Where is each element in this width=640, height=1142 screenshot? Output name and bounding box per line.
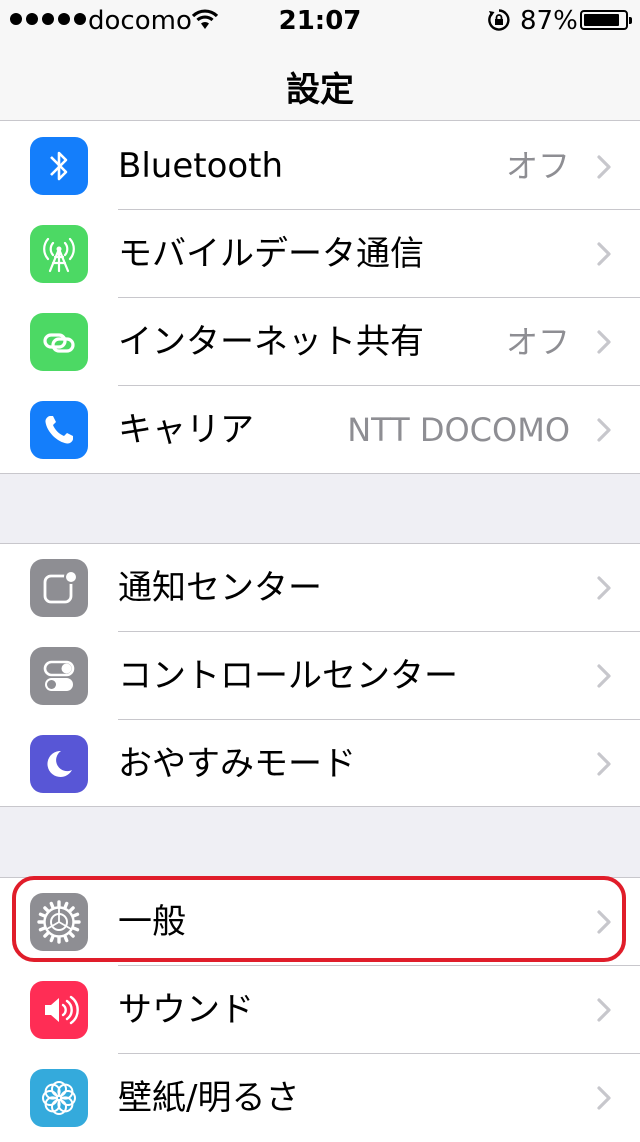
- settings-row-do-not-disturb[interactable]: おやすみモード: [0, 720, 640, 806]
- settings-row-hotspot[interactable]: インターネット共有 オフ: [0, 298, 640, 386]
- chevron-right-icon: [597, 418, 611, 442]
- chevron-right-icon: [597, 155, 611, 179]
- settings-row-label: Bluetooth: [118, 146, 284, 186]
- battery-icon: [580, 10, 632, 30]
- chevron-right-icon: [597, 576, 611, 600]
- settings-group-general: 一般 サウンド 壁紙/明るさ: [0, 877, 640, 1142]
- chevron-right-icon: [597, 242, 611, 266]
- cellular-antenna-icon: [30, 225, 88, 283]
- settings-row-control-center[interactable]: コントロールセンター: [0, 632, 640, 720]
- settings-group-connectivity: Bluetooth オフ モバイルデータ通信 インターネット共有 オフ キャリア…: [0, 120, 640, 474]
- settings-row-sounds[interactable]: サウンド: [0, 966, 640, 1054]
- navigation-bar: 設定: [0, 40, 640, 128]
- settings-row-notification-center[interactable]: 通知センター: [0, 544, 640, 632]
- flower-icon: [30, 1069, 88, 1127]
- chevron-right-icon: [597, 330, 611, 354]
- settings-row-label: コントロールセンター: [118, 656, 458, 696]
- speaker-icon: [30, 981, 88, 1039]
- battery-percentage: 87%: [520, 6, 578, 36]
- chevron-right-icon: [597, 752, 611, 776]
- settings-row-bluetooth[interactable]: Bluetooth オフ: [0, 121, 640, 210]
- settings-row-label: サウンド: [118, 990, 254, 1030]
- chevron-right-icon: [597, 910, 611, 934]
- notification-center-icon: [30, 559, 88, 617]
- control-center-toggles-icon: [30, 647, 88, 705]
- settings-row-label: キャリア: [118, 410, 254, 450]
- settings-row-value: NTT DOCOMO: [347, 411, 570, 449]
- settings-row-value: オフ: [505, 147, 570, 185]
- gear-icon: [30, 893, 88, 951]
- phone-icon: [30, 401, 88, 459]
- settings-row-wallpaper-brightness[interactable]: 壁紙/明るさ: [0, 1054, 640, 1142]
- chain-link-icon: [30, 313, 88, 371]
- moon-icon: [30, 735, 88, 793]
- settings-row-label: 壁紙/明るさ: [118, 1078, 300, 1118]
- settings-row-label: 通知センター: [118, 568, 322, 608]
- settings-row-mobile-data[interactable]: モバイルデータ通信: [0, 210, 640, 298]
- settings-row-label: おやすみモード: [118, 744, 356, 784]
- bluetooth-icon: [30, 137, 88, 195]
- settings-row-value: オフ: [505, 323, 570, 361]
- page-title: 設定: [286, 70, 354, 110]
- status-bar: docomo 21:07 87%: [0, 0, 640, 40]
- rotation-lock-icon: [488, 9, 510, 31]
- settings-row-label: モバイルデータ通信: [118, 234, 424, 274]
- chevron-right-icon: [597, 998, 611, 1022]
- settings-row-label: インターネット共有: [118, 322, 424, 362]
- settings-row-carrier[interactable]: キャリア NTT DOCOMO: [0, 386, 640, 473]
- settings-row-general[interactable]: 一般: [0, 878, 640, 966]
- settings-row-label: 一般: [118, 902, 186, 942]
- chevron-right-icon: [597, 664, 611, 688]
- chevron-right-icon: [597, 1086, 611, 1110]
- settings-group-notifications: 通知センター コントロールセンター おやすみモード: [0, 543, 640, 807]
